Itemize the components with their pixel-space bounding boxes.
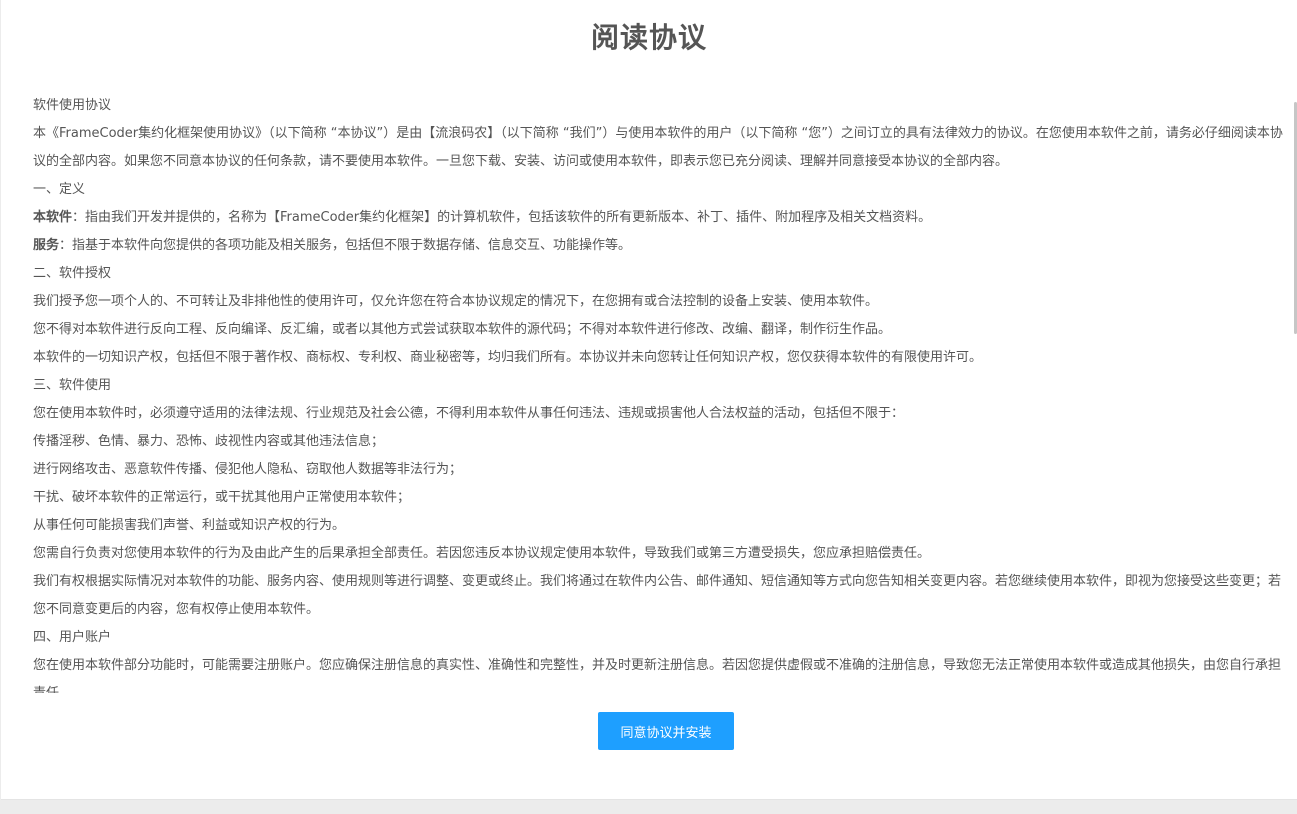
section-title-usage: 三、软件使用	[33, 378, 112, 393]
definition-term: 本软件	[33, 210, 73, 225]
section-title-definitions: 一、定义	[33, 182, 86, 197]
dialog-title: 阅读协议	[590, 21, 707, 54]
list-item: 干扰、破坏本软件的正常运行，或干扰其他用户正常使用本软件；	[33, 490, 411, 505]
paragraph: 我们有权根据实际情况对本软件的功能、服务内容、使用规则等进行调整、变更或终止。我…	[33, 574, 1282, 617]
agreement-content[interactable]: 软件使用协议 本《FrameCoder集约化框架使用协议》（以下简称 “本协议”…	[33, 92, 1289, 693]
definition-service: 服务：指基于本软件向您提供的各项功能及相关服务，包括但不限于数据存储、信息交互、…	[33, 232, 1289, 260]
agreement-heading: 软件使用协议	[33, 98, 112, 113]
list-item: 从事任何可能损害我们声誉、利益或知识产权的行为。	[33, 518, 346, 533]
paragraph: 您在使用本软件时，必须遵守适用的法律法规、行业规范及社会公德，不得利用本软件从事…	[33, 406, 905, 421]
list-item: 进行网络攻击、恶意软件传播、侵犯他人隐私、窃取他人数据等非法行为；	[33, 462, 463, 477]
definition-term: 服务	[33, 238, 60, 253]
section-title-account: 四、用户账户	[33, 630, 112, 645]
agreement-intro: 本《FrameCoder集约化框架使用协议》（以下简称 “本协议”）是由【流浪码…	[33, 126, 1283, 169]
agree-install-button[interactable]: 同意协议并安装	[598, 712, 734, 750]
paragraph: 您不得对本软件进行反向工程、反向编译、反汇编，或者以其他方式尝试获取本软件的源代…	[33, 322, 892, 337]
paragraph: 我们授予您一项个人的、不可转让及非排他性的使用许可，仅允许您在符合本协议规定的情…	[33, 294, 879, 309]
section-title-license: 二、软件授权	[33, 266, 112, 281]
paragraph: 本软件的一切知识产权，包括但不限于著作权、商标权、专利权、商业秘密等，均归我们所…	[33, 350, 983, 365]
list-item: 传播淫秽、色情、暴力、恐怖、歧视性内容或其他违法信息；	[33, 434, 385, 449]
definition-text: ：指基于本软件向您提供的各项功能及相关服务，包括但不限于数据存储、信息交互、功能…	[59, 238, 632, 253]
definition-text: ：指由我们开发并提供的，名称为【FrameCoder集约化框架】的计算机软件，包…	[72, 210, 932, 225]
definition-software: 本软件：指由我们开发并提供的，名称为【FrameCoder集约化框架】的计算机软…	[33, 204, 1289, 232]
paragraph: 您在使用本软件部分功能时，可能需要注册账户。您应确保注册信息的真实性、准确性和完…	[33, 658, 1282, 693]
paragraph: 您需自行负责对您使用本软件的行为及由此产生的后果承担全部责任。若因您违反本协议规…	[33, 546, 931, 561]
agreement-dialog: 阅读协议 软件使用协议 本《FrameCoder集约化框架使用协议》（以下简称 …	[1, 0, 1297, 800]
